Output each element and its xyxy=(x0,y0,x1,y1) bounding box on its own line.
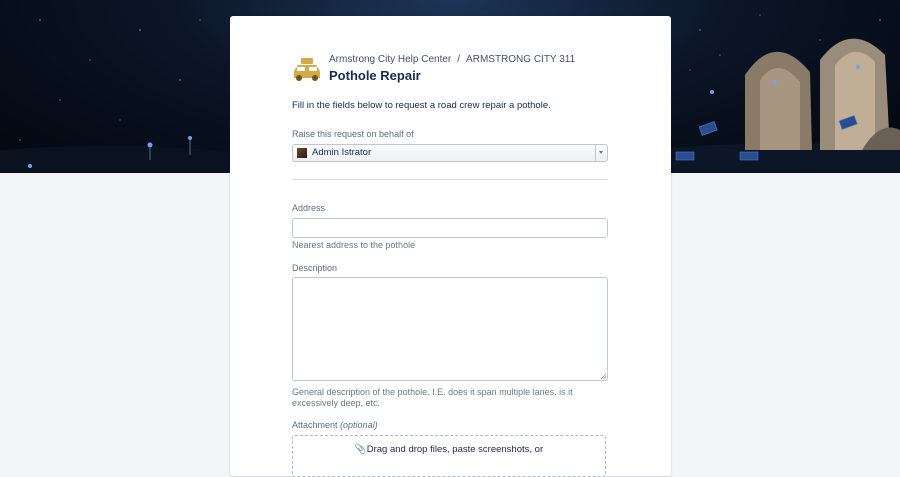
attachment-label-text: Attachment xyxy=(292,420,338,430)
page-title: Pothole Repair xyxy=(329,68,421,83)
breadcrumb: Armstrong City Help Center / ARMSTRONG CIT… xyxy=(329,54,575,65)
paperclip-icon: 📎 xyxy=(354,444,367,455)
description-help-text: General description of the pothole. I.E.… xyxy=(292,387,573,408)
address-input[interactable] xyxy=(292,218,608,238)
on-behalf-label: Raise this request on behalf of xyxy=(292,129,414,139)
attachment-dropzone[interactable]: 📎Drag and drop files, paste screenshots,… xyxy=(292,435,606,477)
dropdown-toggle[interactable] xyxy=(595,145,607,161)
attachment-label: Attachment (optional) xyxy=(292,420,378,430)
attachment-optional-text: (optional) xyxy=(340,420,378,430)
breadcrumb-separator: / xyxy=(457,54,461,65)
breadcrumb-service-desk-link[interactable]: ARMSTRONG CITY 311 xyxy=(466,54,575,65)
divider xyxy=(292,179,608,180)
address-help-text: Nearest address to the pothole xyxy=(292,240,416,250)
description-textarea[interactable] xyxy=(292,277,608,381)
taxi-car-icon xyxy=(292,56,322,82)
on-behalf-select[interactable]: Admin Istrator xyxy=(292,144,608,162)
chevron-down-icon xyxy=(599,151,603,154)
resize-grip-icon[interactable] xyxy=(600,373,606,379)
avatar xyxy=(297,148,307,158)
breadcrumb-help-center-link[interactable]: Armstrong City Help Center xyxy=(329,54,451,65)
request-intro-text: Fill in the fields below to request a ro… xyxy=(292,100,551,111)
request-form-card: Armstrong City Help Center / ARMSTRONG CIT… xyxy=(230,16,671,477)
on-behalf-selected-value: Admin Istrator xyxy=(312,147,372,158)
dropzone-text: Drag and drop files, paste screenshots, … xyxy=(366,444,544,455)
dropzone-row: 📎Drag and drop files, paste screenshots,… xyxy=(293,444,605,455)
description-label: Description xyxy=(292,263,338,273)
address-label: Address xyxy=(292,203,326,213)
